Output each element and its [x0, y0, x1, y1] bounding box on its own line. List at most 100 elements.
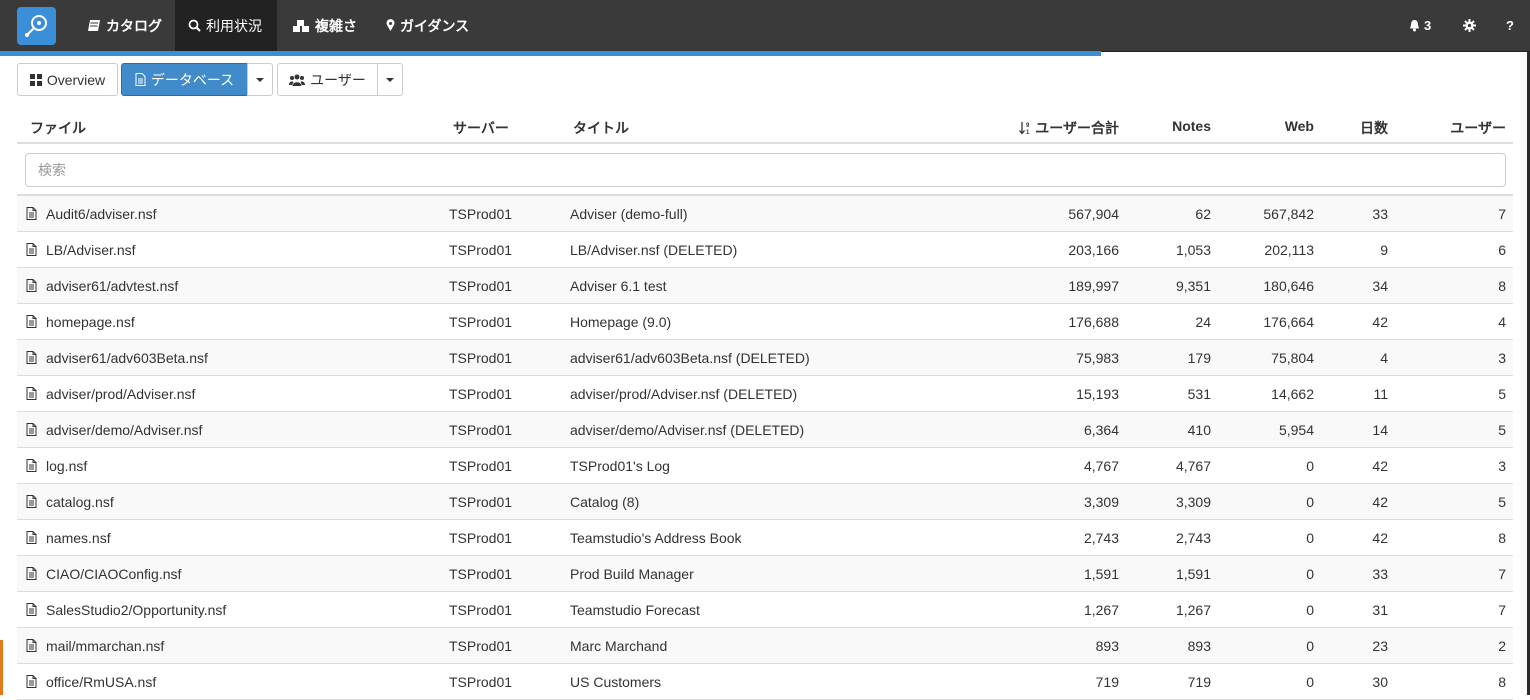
cell-days: 9 [1380, 242, 1388, 258]
cell-users: 7 [1498, 566, 1506, 582]
notifications-button[interactable]: 3 [1408, 0, 1431, 51]
cell-server: TSProd01 [449, 494, 513, 510]
cell-users: 4 [1498, 314, 1506, 330]
table-row[interactable]: adviser/demo/Adviser.nsf TSProd01 adviser/… [17, 412, 1513, 448]
cell-days: 14 [1372, 422, 1388, 438]
database-button[interactable]: データベース [121, 63, 248, 96]
cell-server: TSProd01 [449, 638, 513, 654]
cell-notes: 2,743 [1175, 530, 1211, 546]
table-row[interactable]: SalesStudio2/Opportunity.nsf TSProd01 Team… [17, 592, 1513, 628]
col-notes-header[interactable]: Notes [1172, 118, 1211, 134]
cell-file: adviser/demo/Adviser.nsf [46, 422, 203, 438]
cell-server: TSProd01 [449, 242, 513, 258]
cubes-icon [293, 19, 309, 32]
cell-server: TSProd01 [449, 422, 513, 438]
cell-server: TSProd01 [449, 602, 513, 618]
table-row[interactable]: adviser61/advtest.nsf TSProd01 Adviser 6.1… [17, 268, 1513, 304]
table-row[interactable]: log.nsf TSProd01 TSProd01's Log 4,767 4,767 0… [17, 448, 1513, 484]
cell-days: 42 [1372, 494, 1388, 510]
cell-days: 33 [1372, 206, 1388, 222]
cell-file: mail/mmarchan.nsf [46, 638, 165, 654]
col-file-header[interactable]: ファイル [30, 118, 86, 138]
col-server-header[interactable]: サーバー [453, 118, 509, 138]
overview-button[interactable]: Overview [17, 63, 118, 96]
cell-file: Audit6/adviser.nsf [46, 206, 157, 222]
users-button[interactable]: ユーザー [277, 63, 378, 96]
cell-notes: 3,309 [1175, 494, 1211, 510]
cell-users: 6 [1498, 242, 1506, 258]
cell-days: 4 [1380, 350, 1388, 366]
cell-notes: 719 [1187, 674, 1211, 690]
table-row[interactable]: names.nsf TSProd01 Teamstudio's Address Bo… [17, 520, 1513, 556]
help-button[interactable]: ? [1506, 0, 1514, 51]
file-icon [26, 315, 37, 328]
cell-file: homepage.nsf [46, 314, 135, 330]
table-row[interactable]: mail/mmarchan.nsf TSProd01 Marc Marchand 89… [17, 628, 1513, 664]
file-icon [26, 531, 37, 544]
file-icon [26, 567, 37, 580]
col-web-header[interactable]: Web [1285, 118, 1314, 134]
cell-notes: 410 [1187, 422, 1211, 438]
cell-days: 42 [1372, 458, 1388, 474]
cell-user-total: 2,743 [1083, 530, 1119, 546]
cell-file: adviser/prod/Adviser.nsf [46, 386, 196, 402]
nav-guidance[interactable]: ガイダンス [373, 0, 482, 51]
cell-web: 75,804 [1271, 350, 1314, 366]
cell-users: 3 [1498, 350, 1506, 366]
settings-button[interactable] [1463, 0, 1476, 51]
cell-server: TSProd01 [449, 278, 513, 294]
app-logo[interactable] [17, 7, 56, 45]
cell-days: 34 [1372, 278, 1388, 294]
cell-notes: 893 [1187, 638, 1211, 654]
table-row[interactable]: CIAO/CIAOConfig.nsf TSProd01 Prod Build Ma… [17, 556, 1513, 592]
users-icon [289, 74, 306, 86]
cell-user-total: 719 [1095, 674, 1119, 690]
database-dropdown-toggle[interactable] [247, 63, 273, 96]
overview-label: Overview [46, 71, 106, 88]
col-days-header[interactable]: 日数 [1360, 118, 1388, 138]
search-input[interactable] [25, 153, 1506, 187]
help-icon: ? [1506, 18, 1514, 33]
cell-users: 8 [1498, 530, 1506, 546]
col-users-header[interactable]: ユーザー [1450, 118, 1506, 138]
nav-catalog[interactable]: カタログ [74, 0, 175, 51]
cell-user-total: 6,364 [1083, 422, 1119, 438]
users-dropdown-toggle[interactable] [377, 63, 403, 96]
col-user-total-header[interactable]: 9 1 ユーザー合計 [1019, 118, 1119, 138]
table-row[interactable]: LB/Adviser.nsf TSProd01 LB/Adviser.nsf (DE… [17, 232, 1513, 268]
table-row[interactable]: adviser61/adv603Beta.nsf TSProd01 adviser6… [17, 340, 1513, 376]
file-icon [26, 423, 37, 436]
cell-title: Adviser (demo-full) [570, 206, 688, 222]
cell-days: 23 [1372, 638, 1388, 654]
table-header: ファイル サーバー タイトル 9 1 ユーザー合計 Notes Web 日数 ユ… [17, 108, 1513, 144]
cell-web: 0 [1306, 458, 1314, 474]
table-row[interactable]: catalog.nsf TSProd01 Catalog (8) 3,309 3,309… [17, 484, 1513, 520]
cell-server: TSProd01 [449, 206, 513, 222]
cell-users: 7 [1498, 602, 1506, 618]
cell-notes: 1,591 [1175, 566, 1211, 582]
nav-usage[interactable]: 利用状況 [175, 0, 277, 51]
nav-complexity[interactable]: 複雑さ [279, 0, 370, 51]
cell-file: adviser61/advtest.nsf [46, 278, 179, 294]
file-icon [26, 387, 37, 400]
cell-notes: 24 [1195, 314, 1211, 330]
col-title-header[interactable]: タイトル [573, 118, 629, 138]
cell-users: 8 [1498, 674, 1506, 690]
table-row[interactable]: Audit6/adviser.nsf TSProd01 Adviser (demo-… [17, 196, 1513, 232]
cell-user-total: 567,904 [1068, 206, 1119, 222]
table-row[interactable]: homepage.nsf TSProd01 Homepage (9.0) 176,68… [17, 304, 1513, 340]
cell-server: TSProd01 [449, 350, 513, 366]
cell-title: Prod Build Manager [570, 566, 694, 582]
window-edge-accent [0, 640, 3, 695]
cell-user-total: 1,267 [1083, 602, 1119, 618]
cell-title: Catalog (8) [570, 494, 640, 510]
cell-user-total: 75,983 [1076, 350, 1119, 366]
file-icon [26, 495, 37, 508]
cell-web: 0 [1306, 494, 1314, 510]
cell-notes: 62 [1195, 206, 1211, 222]
cell-file: names.nsf [46, 530, 111, 546]
cell-web: 0 [1306, 602, 1314, 618]
search-icon [188, 19, 201, 32]
nav-guidance-label: ガイダンス [400, 17, 470, 34]
table-row[interactable]: adviser/prod/Adviser.nsf TSProd01 adviser/… [17, 376, 1513, 412]
